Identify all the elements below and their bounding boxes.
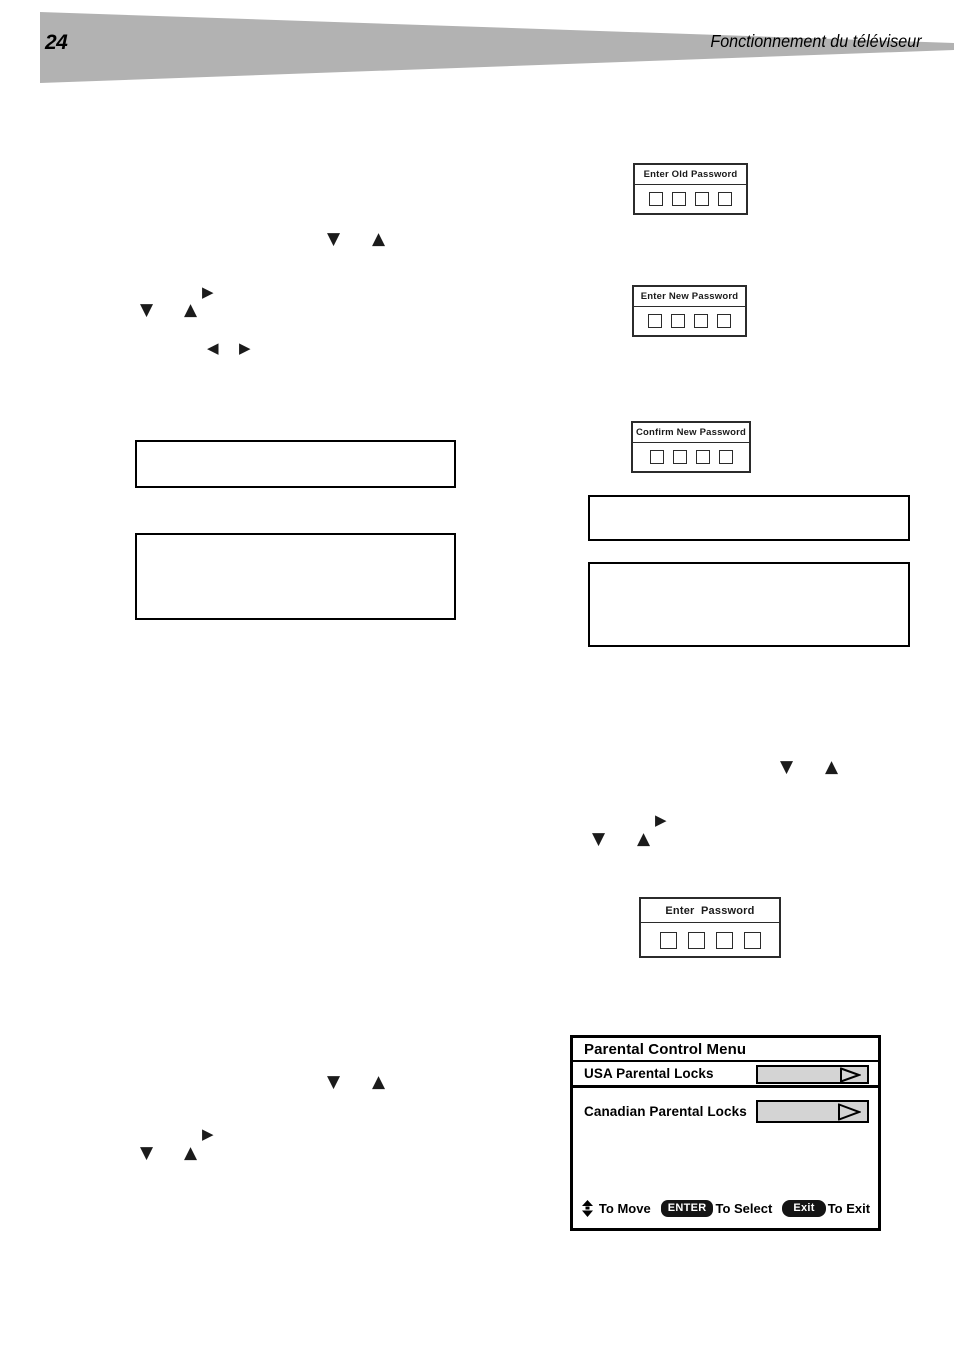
password-digit-box[interactable]	[743, 932, 761, 949]
right-arrow-icon: ▶	[202, 1125, 214, 1143]
password-digit-box[interactable]	[671, 314, 685, 328]
down-arrow-icon: ▼	[780, 757, 794, 777]
password-digit-box[interactable]	[672, 450, 687, 464]
osd-body: Canadian Parental Locks To Move ENTER To…	[573, 1088, 878, 1225]
dialog-title: Enter New Password	[634, 287, 745, 307]
right-arrow-icon: ▶	[202, 283, 214, 301]
password-digit-box[interactable]	[695, 450, 710, 464]
password-digit-box[interactable]	[672, 192, 686, 206]
password-digit-box[interactable]	[718, 192, 732, 206]
hint-select-label: To Select	[715, 1201, 773, 1216]
hint-move-label: To Move	[598, 1201, 651, 1216]
down-arrow-icon: ▼	[140, 300, 154, 320]
note-frame-left-lower	[135, 533, 456, 620]
password-digit-group[interactable]	[641, 923, 779, 958]
right-arrow-icon: ▶	[655, 811, 667, 829]
password-digit-group[interactable]	[633, 443, 749, 472]
password-digit-box[interactable]	[717, 314, 731, 328]
header-wedge-shape	[40, 12, 954, 83]
osd-row-usa-parental-locks[interactable]: USA Parental Locks	[573, 1062, 878, 1088]
hint-exit-label: To Exit	[827, 1201, 871, 1216]
up-arrow-icon: ▲	[184, 1143, 198, 1163]
canadian-parental-locks-button[interactable]	[756, 1100, 869, 1123]
up-arrow-icon: ▲	[372, 1072, 386, 1092]
password-digit-box[interactable]	[687, 932, 705, 949]
password-digit-box[interactable]	[648, 314, 662, 328]
osd-row-label: USA Parental Locks	[584, 1066, 714, 1081]
dialog-enter-password[interactable]: Enter Password	[639, 897, 781, 958]
osd-title: Parental Control Menu	[573, 1038, 878, 1062]
dialog-enter-old-password[interactable]: Enter Old Password	[633, 163, 748, 215]
page-title: Fonctionnement du téléviseur	[710, 31, 922, 51]
dialog-confirm-new-password[interactable]: Confirm New Password	[631, 421, 751, 473]
up-arrow-icon: ▲	[637, 829, 651, 849]
right-arrow-icon: ▶	[239, 339, 251, 357]
password-digit-box[interactable]	[718, 450, 733, 464]
password-digit-box[interactable]	[694, 314, 708, 328]
down-arrow-icon: ▼	[327, 1072, 341, 1092]
dialog-title: Enter Password	[641, 899, 779, 923]
triangle-right-icon	[838, 1103, 861, 1120]
dialog-enter-new-password[interactable]: Enter New Password	[632, 285, 747, 337]
triangle-right-icon	[840, 1067, 861, 1082]
password-digit-box[interactable]	[649, 192, 663, 206]
password-digit-box[interactable]	[715, 932, 733, 949]
up-arrow-icon: ▲	[372, 229, 386, 249]
dialog-title: Confirm New Password	[633, 423, 749, 443]
parental-control-menu: Parental Control Menu USA Parental Locks…	[570, 1035, 881, 1231]
up-down-arrow-icon	[581, 1200, 594, 1217]
password-digit-box[interactable]	[649, 450, 664, 464]
page-number: 24	[45, 31, 68, 54]
left-arrow-icon: ◀	[207, 339, 219, 357]
note-frame-right-lower	[588, 562, 910, 647]
osd-row-label: Canadian Parental Locks	[584, 1104, 747, 1119]
exit-key-badge: Exit	[782, 1200, 826, 1217]
down-arrow-icon: ▼	[327, 229, 341, 249]
osd-footer-hints: To Move ENTER To Select Exit To Exit	[573, 1200, 878, 1217]
password-digit-group[interactable]	[634, 307, 745, 336]
dialog-title: Enter Old Password	[635, 165, 746, 185]
up-arrow-icon: ▲	[184, 300, 198, 320]
page-header: 24 Fonctionnement du téléviseur	[0, 0, 954, 110]
note-frame-right-upper	[588, 495, 910, 541]
password-digit-box[interactable]	[659, 932, 677, 949]
up-arrow-icon: ▲	[825, 757, 839, 777]
down-arrow-icon: ▼	[140, 1143, 154, 1163]
down-arrow-icon: ▼	[592, 829, 606, 849]
password-digit-group[interactable]	[635, 185, 746, 214]
usa-parental-locks-button[interactable]	[756, 1065, 869, 1084]
password-digit-box[interactable]	[695, 192, 709, 206]
enter-key-badge: ENTER	[660, 1200, 714, 1217]
note-frame-left-upper	[135, 440, 456, 488]
